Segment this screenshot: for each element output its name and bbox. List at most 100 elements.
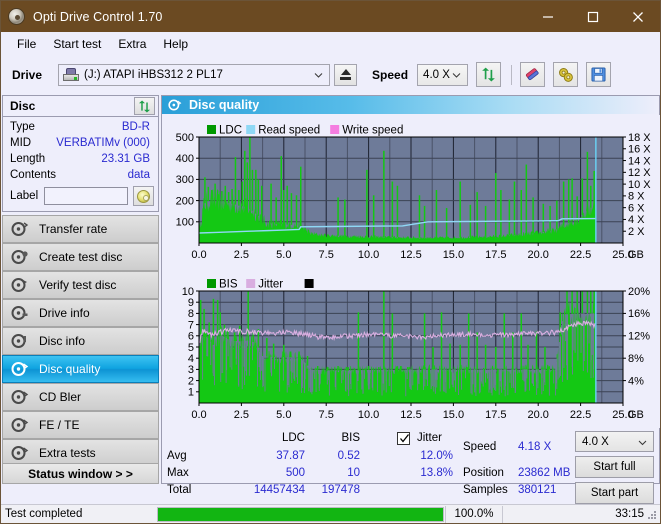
disc-properties: Type BD-R MID VERBATIMv (000) Length 23.…: [3, 117, 158, 207]
sidebar-item-create-test-disc[interactable]: Create test disc: [2, 243, 159, 271]
drive-select[interactable]: (J:) ATAPI iHBS312 2 PL17: [58, 63, 331, 86]
resize-grip-icon[interactable]: [646, 509, 658, 521]
test-speed-select[interactable]: 4.0 X: [575, 431, 654, 452]
disc-row-length: Length 23.31 GB: [3, 151, 158, 167]
panel-title: Disc quality: [189, 98, 260, 112]
refresh-arrows-icon: [482, 67, 495, 82]
chevron-down-icon: [638, 440, 647, 446]
svg-text:GB: GB: [628, 409, 644, 421]
sidebar-label: CD Bler: [39, 390, 82, 404]
start-full-button[interactable]: Start full: [575, 456, 654, 478]
svg-text:10.0: 10.0: [358, 249, 379, 261]
ldc-chart: LDC Read speed Write speed 100 200 300 400 500 2…: [163, 115, 660, 267]
svg-text:400: 400: [176, 153, 194, 165]
svg-text:6 X: 6 X: [628, 202, 645, 214]
svg-text:20%: 20%: [628, 286, 650, 298]
svg-text:7: 7: [188, 319, 194, 331]
svg-text:BIS: BIS: [219, 279, 238, 291]
svg-text:100: 100: [176, 217, 194, 229]
disc-value-mid: VERBATIMv (000): [56, 137, 150, 149]
disc-gray-icon: [11, 306, 28, 320]
disc-row-contents: Contents data: [3, 167, 158, 183]
disc-icon: [8, 8, 25, 25]
menu-file[interactable]: File: [9, 35, 45, 53]
sidebar-label: Create test disc: [39, 250, 123, 264]
disc-value-length: 23.31 GB: [101, 153, 150, 165]
elapsed-time: 33:15: [615, 508, 644, 520]
erase-button[interactable]: [520, 62, 546, 87]
disc-white-icon: [11, 362, 29, 376]
status-message: Test completed: [5, 508, 83, 520]
stats-max-bis: 10: [347, 467, 360, 479]
menu-start-test[interactable]: Start test: [45, 35, 110, 53]
minimize-button[interactable]: [525, 1, 570, 32]
save-button[interactable]: [586, 62, 612, 87]
status-bar: Test completed 100.0% 33:15: [1, 504, 660, 523]
sidebar-item-drive-info[interactable]: Drive info: [2, 299, 159, 327]
disc-gray-icon: [11, 222, 29, 236]
stats-header-bis: BIS: [341, 432, 360, 444]
svg-text:2.5: 2.5: [234, 249, 249, 261]
stats-max-ldc: 500: [285, 467, 305, 479]
status-window-button[interactable]: Status window > >: [2, 463, 159, 484]
disc-label-input[interactable]: [44, 187, 129, 205]
eraser-icon: [526, 68, 539, 81]
svg-text:Write speed: Write speed: [342, 125, 403, 137]
sidebar-item-disc-quality[interactable]: Disc quality: [2, 355, 159, 383]
svg-text:12 X: 12 X: [628, 167, 651, 179]
disc-key-contents: Contents: [10, 169, 57, 181]
sidebar-item-disc-info[interactable]: Disc info: [2, 327, 159, 355]
speed-label: Speed: [372, 67, 409, 82]
sidebar-item-fe-te[interactable]: FE / TE: [2, 411, 159, 439]
maximize-button[interactable]: [570, 1, 615, 32]
disc-label-button[interactable]: [133, 186, 154, 206]
disc-row-type: Type BD-R: [3, 119, 158, 135]
progress-bar-fill: [158, 507, 443, 521]
svg-text:12.5: 12.5: [400, 249, 421, 261]
start-part-button[interactable]: Start part: [575, 482, 654, 504]
sidebar-nav: Transfer rate Create test disc Verify te…: [2, 215, 159, 467]
svg-text:2.5: 2.5: [234, 409, 249, 421]
settings-button[interactable]: [553, 62, 579, 87]
sidebar-item-verify-test-disc[interactable]: Verify test disc: [2, 271, 159, 299]
svg-text:20.0: 20.0: [527, 249, 548, 261]
svg-text:8 X: 8 X: [628, 191, 645, 203]
close-button[interactable]: [615, 1, 660, 32]
stats-row-label-max: Max: [167, 467, 189, 479]
speed-stat-label: Speed: [463, 441, 497, 453]
sidebar-label: Disc quality: [39, 362, 101, 376]
menu-extra[interactable]: Extra: [110, 35, 155, 53]
speed-select-value: 4.0 X: [423, 68, 450, 81]
window-controls: [525, 1, 660, 32]
disc-gray-icon: [11, 418, 29, 432]
svg-text:17.5: 17.5: [485, 409, 506, 421]
speed-select[interactable]: 4.0 X: [417, 63, 469, 86]
bis-chart-svg[interactable]: BIS Jitter 12345678910 4% 8% 12% 16% 20% 0.0 2.5 5…: [163, 267, 660, 428]
disc-box-header: Disc: [3, 96, 158, 117]
svg-text:14 X: 14 X: [628, 155, 651, 167]
svg-text:5.0: 5.0: [276, 249, 291, 261]
stats-row-label-total: Total: [167, 484, 192, 496]
svg-text:8: 8: [188, 308, 194, 320]
svg-text:22.5: 22.5: [570, 409, 591, 421]
refresh-button[interactable]: [476, 62, 502, 87]
sidebar-label: Verify test disc: [39, 278, 117, 292]
disc-gray-icon: [11, 390, 29, 404]
sidebar-item-transfer-rate[interactable]: Transfer rate: [2, 215, 159, 243]
eject-button[interactable]: [334, 63, 358, 86]
ldc-chart-svg[interactable]: LDC Read speed Write speed 100 200 300 400 500 2…: [163, 115, 660, 267]
progress-bar: [157, 506, 444, 522]
svg-text:4: 4: [188, 353, 194, 365]
sidebar-item-cd-bler[interactable]: CD Bler: [2, 383, 159, 411]
disc-label-caption: Label: [10, 190, 39, 202]
jitter-checkbox[interactable]: [397, 432, 410, 445]
chevron-down-icon: [314, 72, 323, 78]
stats-row-label-avg: Avg: [167, 450, 187, 462]
disc-refresh-button[interactable]: [134, 97, 155, 115]
svg-text:16%: 16%: [628, 308, 650, 320]
toolbar: Drive (J:) ATAPI iHBS312 2 PL17 Speed 4.…: [1, 55, 660, 94]
disc-box-title: Disc: [10, 99, 36, 113]
svg-text:1: 1: [188, 387, 194, 399]
sidebar-label: FE / TE: [39, 418, 80, 432]
menu-help[interactable]: Help: [155, 35, 197, 53]
